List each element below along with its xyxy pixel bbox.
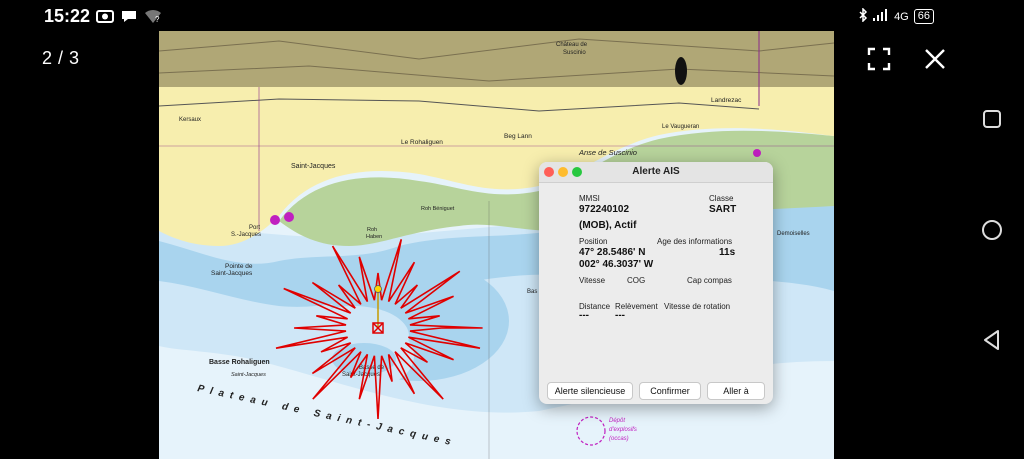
- buoy-marker: [284, 212, 294, 222]
- status-bar: 15:22 ? 4G 66: [0, 0, 1024, 34]
- ais-alert-dialog: Alerte AIS MMSI 972240102 Classe SART (M…: [539, 162, 773, 404]
- image-counter: 2 / 3: [42, 48, 80, 68]
- label-anse-suscinio: Anse de Suscinio: [578, 148, 637, 157]
- label-landrezac: Landrezac: [711, 97, 742, 104]
- home-icon: [982, 220, 1002, 240]
- longitude-value: 002° 46.3037' W: [579, 259, 654, 270]
- status-time: 15:22: [44, 6, 91, 26]
- battery-indicator: 66: [913, 9, 934, 24]
- label-occas: (occas): [609, 436, 629, 442]
- land-relief-band: [159, 31, 834, 87]
- label-beg-lann: Beg Lann: [504, 133, 532, 140]
- label-suscinio-top: Suscinio: [563, 50, 586, 56]
- label-explosifs: d'explosifs: [609, 427, 637, 433]
- fullscreen-button[interactable]: [866, 46, 892, 72]
- status-value: (MOB), Actif: [579, 220, 637, 231]
- label-roh-beniguet: Roh Béniguet: [421, 206, 455, 212]
- close-button[interactable]: [922, 46, 948, 72]
- vessel-icon: [675, 57, 687, 85]
- distance-value: ---: [579, 310, 589, 321]
- bluetooth-icon: [858, 7, 868, 25]
- navigation-bar: [960, 0, 1024, 459]
- position-label: Position: [579, 237, 608, 246]
- close-icon: [925, 49, 945, 69]
- age-value: 11s: [719, 247, 736, 258]
- back-icon: [984, 330, 999, 350]
- label-haben: Haben: [366, 234, 382, 240]
- classe-value: SART: [709, 204, 737, 215]
- label-roh: Roh: [367, 227, 377, 233]
- wifi-question-icon: ?: [144, 8, 162, 29]
- label-bas: Bas: [527, 289, 537, 295]
- sart-position-icon: [374, 285, 382, 293]
- recents-icon: [983, 110, 1001, 128]
- mmsi-value: 972240102: [579, 204, 630, 215]
- label-le-vaugueran: Le Vaugueran: [662, 124, 699, 130]
- label-pointe: Pointe de: [225, 263, 253, 270]
- svg-text:?: ?: [155, 15, 160, 24]
- buoy-marker: [753, 149, 761, 157]
- label-chateau: Château de: [556, 42, 588, 48]
- goto-button[interactable]: Aller à: [707, 382, 765, 400]
- dialog-title-bar: Alerte AIS: [539, 162, 773, 183]
- label-basse-rohaliguen: Basse Rohaliguen: [209, 359, 270, 366]
- silent-alert-button[interactable]: Alerte silencieuse: [547, 382, 633, 400]
- confirm-button[interactable]: Confirmer: [639, 382, 701, 400]
- vitesse-rotation-label: Vitesse de rotation: [664, 302, 731, 311]
- age-label: Age des informations: [657, 237, 733, 246]
- label-saint-jacques: Saint-Jacques: [291, 163, 336, 170]
- signal-icon: [873, 9, 889, 24]
- cap-compas-label: Cap compas: [687, 276, 732, 285]
- label-saint-jacques-small: Saint-Jacques: [231, 372, 266, 378]
- latitude-value: 47° 28.5486' N: [579, 247, 646, 258]
- label-demoiselles: Demoiselles: [777, 231, 810, 237]
- label-kersaux: Kersaux: [179, 117, 201, 123]
- relevement-value: ---: [615, 310, 625, 321]
- buoy-marker: [270, 215, 280, 225]
- label-saint-jacques-3: Saint-Jacques: [342, 372, 380, 378]
- vitesse-label: Vitesse: [579, 276, 606, 285]
- label-saint-jacques-2: Saint-Jacques: [211, 270, 253, 277]
- cog-label: COG: [627, 276, 646, 285]
- fullscreen-icon: [867, 47, 891, 71]
- network-type: 4G: [894, 10, 909, 23]
- label-port: Port: [249, 225, 260, 231]
- dialog-title: Alerte AIS: [632, 166, 680, 177]
- label-le-rohaliguen: Le Rohaliguen: [401, 139, 443, 146]
- cast-icon: [96, 8, 114, 29]
- label-s-jacques: S.-Jacques: [231, 232, 261, 238]
- recents-button[interactable]: [980, 107, 1004, 131]
- chat-bubble-icon: [120, 8, 138, 29]
- home-button[interactable]: [980, 218, 1004, 242]
- back-button[interactable]: [980, 328, 1004, 352]
- mmsi-label: MMSI: [579, 194, 600, 203]
- label-depot: Dépôt: [609, 418, 625, 424]
- classe-label: Classe: [709, 194, 734, 203]
